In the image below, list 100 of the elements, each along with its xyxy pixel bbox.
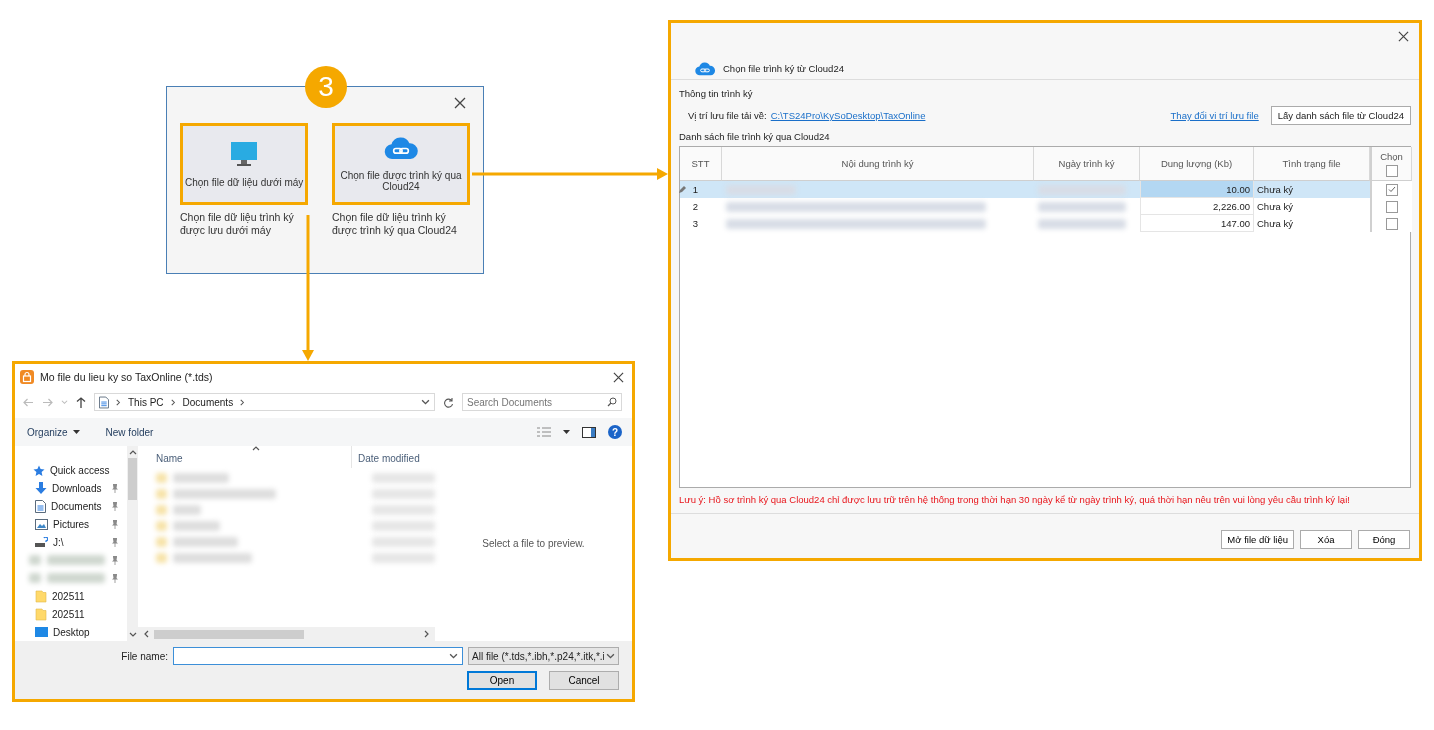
table-cell: Chưa ký <box>1257 218 1293 230</box>
breadcrumb-item[interactable]: Documents <box>182 396 234 408</box>
chevron-icon <box>169 398 177 406</box>
cloud-link-icon <box>695 61 715 76</box>
chevron-icon <box>423 630 431 638</box>
chevron-icon <box>252 444 260 452</box>
preview-pane-icon[interactable] <box>582 426 596 438</box>
download-arrow-icon <box>35 482 47 496</box>
step-badge: 3 <box>305 66 347 108</box>
column-header[interactable]: Name <box>138 446 352 468</box>
warning-note: Lưu ý: Hồ sơ trình ký qua Cloud24 chỉ được lưu trữ trên hệ thống trong thời hạn 30 ngày kể từ ngày trình ký, quá thời hạn nêu trên vui lòng yêu cầu trình ký lại! <box>679 494 1351 506</box>
chevron-icon <box>239 398 247 406</box>
option-description: Chọn file dữ liệu trình ký được trình ký qua Cloud24 <box>332 211 458 237</box>
drive-icon <box>35 537 48 549</box>
document-icon <box>99 395 109 409</box>
window-title: Mo file du lieu ky so TaxOnline (*.tds) <box>40 371 214 383</box>
preview-message: Select a file to preview. <box>482 538 585 549</box>
chevron-icon[interactable] <box>61 398 68 406</box>
option-description: Chọn file dữ liệu trình ký được lưu dưới máy <box>180 211 295 237</box>
vertical-scrollbar[interactable] <box>127 446 138 641</box>
file-name-field[interactable] <box>173 647 463 665</box>
table-cell: 147.00 <box>1220 217 1250 229</box>
app-icon <box>20 370 34 384</box>
pin-icon[interactable] <box>111 556 119 565</box>
search-field[interactable]: Search Documents <box>462 393 622 411</box>
address-bar[interactable]: This PC Documents <box>94 393 435 411</box>
field-label: Vị trí lưu file tải về: <box>688 110 767 122</box>
table-row[interactable]: 2 2,226.00 Chưa ký <box>680 198 1410 216</box>
option-tile[interactable]: Chọn file dữ liệu dưới máy <box>180 123 309 205</box>
help-button[interactable]: ? <box>608 425 622 439</box>
table-cell: Chưa ký <box>1257 201 1293 213</box>
nav-item[interactable]: Pictures <box>53 519 106 531</box>
dialog-button[interactable]: Đóng <box>1358 529 1410 549</box>
breadcrumb-item[interactable]: This PC <box>128 396 164 408</box>
dialog-button[interactable]: Open <box>467 671 537 690</box>
search-icon <box>607 397 617 407</box>
column-header[interactable]: Date modified <box>352 446 420 468</box>
table-cell: 2 <box>692 201 698 213</box>
horizontal-scrollbar[interactable] <box>138 627 435 641</box>
refresh-icon[interactable] <box>443 396 454 408</box>
monitor-icon <box>230 140 259 167</box>
nav-item[interactable]: Documents <box>51 501 106 513</box>
desktop-icon <box>35 627 48 638</box>
column-header: Tình trạng file <box>1282 158 1341 170</box>
field-label: File name: <box>121 650 168 662</box>
table-row[interactable]: 1 10.00 Chưa ký <box>680 181 1410 199</box>
list-label: Danh sách file trình ký qua Cloud24 <box>679 131 831 143</box>
checkbox[interactable] <box>1386 200 1398 213</box>
checkbox[interactable] <box>1386 217 1398 230</box>
nav-item[interactable]: 202511 <box>52 608 119 620</box>
section-title: Thông tin trình ký <box>679 88 754 100</box>
change-location-link[interactable]: Thay đổi vị trí lưu file <box>1170 110 1259 122</box>
nav-item[interactable]: J:\ <box>53 537 106 549</box>
checkbox[interactable] <box>1385 164 1398 177</box>
chevron-icon <box>606 651 615 661</box>
nav-item[interactable]: Desktop <box>53 626 119 638</box>
cloud-link-icon <box>384 136 418 160</box>
column-header: Dung lượng (Kb) <box>1160 158 1233 170</box>
table-cell: 2,226.00 <box>1213 200 1250 212</box>
scrollbar-thumb[interactable] <box>154 629 304 639</box>
view-list-icon[interactable] <box>537 427 551 437</box>
toolbar-button[interactable]: New folder <box>105 426 154 438</box>
caret-icon[interactable] <box>563 430 570 434</box>
folder-path-link[interactable]: C:\TS24Pro\KySoDesktop\TaxOnline <box>770 110 926 122</box>
forward-arrow-icon[interactable] <box>42 397 53 407</box>
fetch-list-button[interactable]: Lấy danh sách file từ Cloud24 <box>1270 106 1411 126</box>
up-arrow-icon[interactable] <box>76 396 86 408</box>
toolbar-button[interactable]: Organize <box>27 426 80 438</box>
close-icon[interactable] <box>1398 31 1409 42</box>
dialog-button[interactable]: Cancel <box>549 671 619 690</box>
close-icon[interactable] <box>613 371 624 383</box>
column-header: Ngày trình ký <box>1058 158 1115 170</box>
column-header: STT <box>691 158 710 170</box>
table-cell: Chưa ký <box>1257 184 1293 196</box>
back-arrow-icon[interactable] <box>23 397 34 407</box>
file-type-dropdown[interactable]: All file (*.tds,*.ibh,*.p24,*.itk,*.i <box>468 647 619 665</box>
chevron-icon <box>421 397 430 407</box>
nav-item[interactable]: Quick access <box>50 465 119 477</box>
table-cell: 3 <box>692 218 698 230</box>
folder-icon <box>35 589 47 603</box>
picture-icon <box>35 519 48 531</box>
scrollbar-thumb[interactable] <box>128 458 137 500</box>
pin-icon[interactable] <box>111 573 119 583</box>
chevron-icon <box>449 651 458 661</box>
column-header: Chọn <box>1380 150 1403 162</box>
checkbox[interactable] <box>1386 183 1398 196</box>
nav-item[interactable]: Downloads <box>52 483 106 495</box>
dialog-button[interactable]: Xóa <box>1300 529 1352 549</box>
close-icon[interactable] <box>454 97 466 109</box>
table-cell: 10.00 <box>1226 183 1250 195</box>
dialog-title: Chọn file trình ký từ Cloud24 <box>723 63 844 75</box>
dialog-button[interactable]: Mở file dữ liệu <box>1221 529 1294 549</box>
nav-item[interactable]: 202511 <box>52 590 119 602</box>
column-header: Nội dung trình ký <box>841 158 914 170</box>
document-icon <box>35 500 46 514</box>
chevron-icon <box>115 398 122 406</box>
table-row[interactable]: 3 147.00 Chưa ký <box>680 215 1410 233</box>
option-tile[interactable]: Chọn file được trình ký qua Cloud24 <box>332 123 470 205</box>
checkmark-icon <box>1388 186 1396 194</box>
star-icon <box>33 464 45 477</box>
